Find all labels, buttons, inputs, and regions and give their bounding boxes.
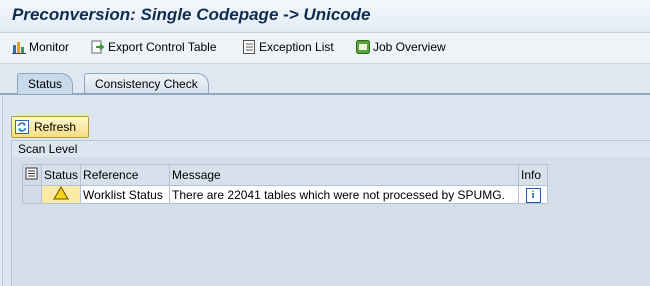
scan-level-title: Scan Level: [18, 142, 78, 156]
application-toolbar: Monitor Export Control Table Exception L…: [0, 33, 650, 64]
refresh-icon: [15, 120, 29, 134]
info-icon[interactable]: i: [525, 187, 541, 203]
select-all-button[interactable]: [22, 164, 42, 186]
warning-icon: [53, 186, 69, 200]
reference-cell: Worklist Status: [80, 185, 171, 204]
info-cell[interactable]: i: [518, 185, 549, 204]
refresh-button[interactable]: Refresh: [11, 116, 89, 138]
title-bar: Preconversion: Single Codepage -> Unicod…: [0, 0, 650, 33]
scan-results-table: Status Reference Message Info Worklist S…: [22, 164, 549, 204]
column-header-message[interactable]: Message: [169, 164, 520, 186]
page-title: Preconversion: Single Codepage -> Unicod…: [12, 5, 371, 24]
scan-level-body: Status Reference Message Info Worklist S…: [11, 157, 650, 286]
export-control-table-button[interactable]: Export Control Table: [91, 38, 217, 56]
table-row[interactable]: Worklist Status There are 22041 tables w…: [22, 185, 549, 204]
tab-strip: Status Consistency Check: [0, 64, 650, 94]
table-settings-icon: [25, 167, 38, 180]
exception-list-button[interactable]: Exception List: [242, 38, 334, 56]
status-cell: [40, 185, 82, 204]
export-icon: [91, 40, 105, 54]
column-header-reference[interactable]: Reference: [80, 164, 171, 186]
exception-list-label: Exception List: [259, 40, 334, 54]
monitor-icon: [12, 40, 26, 54]
row-selector[interactable]: [22, 185, 42, 204]
job-overview-button[interactable]: Job Overview: [356, 38, 446, 56]
scan-level-header: Scan Level: [11, 140, 650, 157]
tab-status[interactable]: Status: [17, 73, 74, 94]
export-control-table-label: Export Control Table: [108, 40, 217, 54]
table-header-row: Status Reference Message Info: [22, 164, 549, 186]
monitor-label: Monitor: [29, 40, 70, 54]
list-icon: [242, 40, 256, 54]
column-header-info[interactable]: Info: [518, 164, 549, 186]
column-header-status[interactable]: Status: [40, 164, 82, 186]
job-icon: [356, 40, 370, 54]
monitor-button[interactable]: Monitor: [12, 38, 69, 56]
job-overview-label: Job Overview: [373, 40, 446, 54]
message-cell: There are 22041 tables which were not pr…: [169, 185, 520, 204]
refresh-label: Refresh: [34, 120, 77, 134]
status-panel: Refresh Scan Level Status Reference Mess…: [2, 95, 650, 286]
tab-consistency-check[interactable]: Consistency Check: [84, 73, 209, 94]
